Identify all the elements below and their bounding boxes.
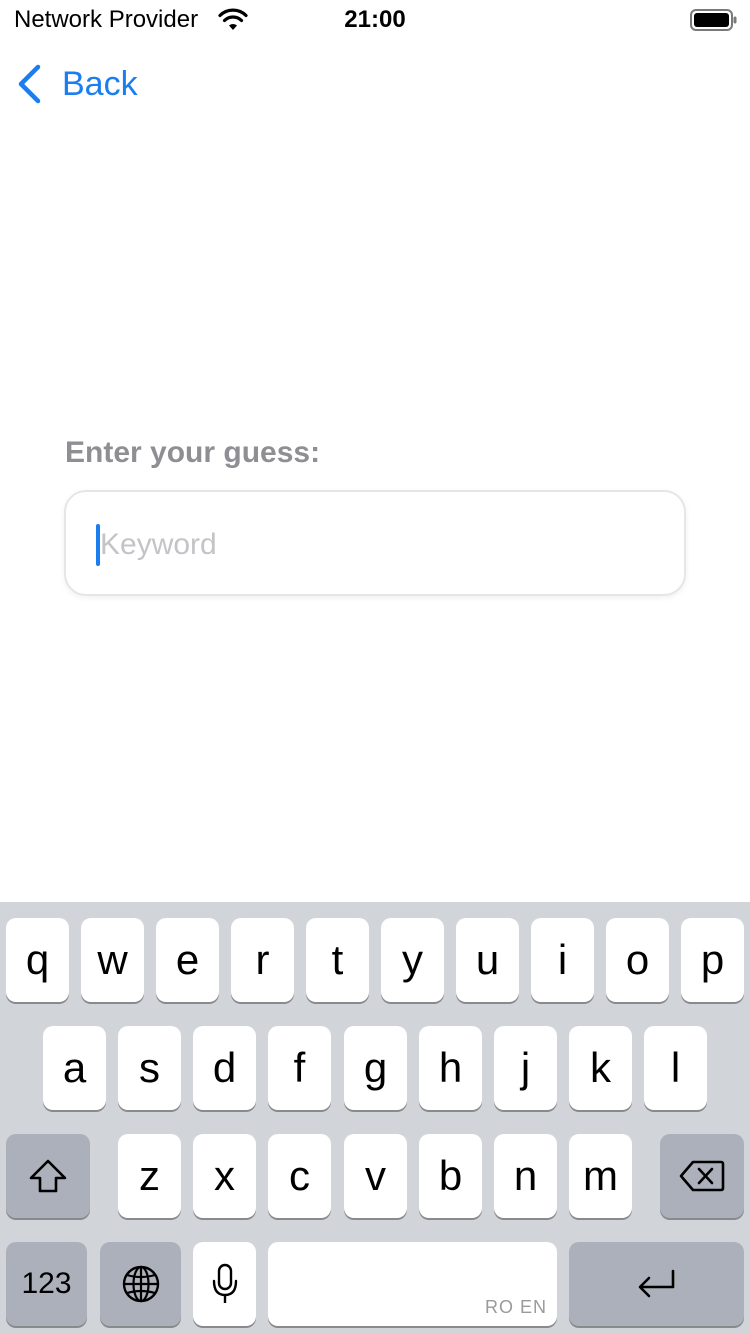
key-a[interactable]: a: [43, 1026, 106, 1110]
keyboard: q w e r t y u i o p a s d f g h j k l z …: [0, 902, 750, 1334]
delete-key[interactable]: [660, 1134, 744, 1218]
key-n[interactable]: n: [494, 1134, 557, 1218]
space-key[interactable]: RO EN: [268, 1242, 557, 1326]
key-j[interactable]: j: [494, 1026, 557, 1110]
back-button[interactable]: Back: [14, 60, 138, 108]
key-g[interactable]: g: [344, 1026, 407, 1110]
globe-key[interactable]: [100, 1242, 181, 1326]
key-c[interactable]: c: [268, 1134, 331, 1218]
key-v[interactable]: v: [344, 1134, 407, 1218]
key-f[interactable]: f: [268, 1026, 331, 1110]
key-w[interactable]: w: [81, 918, 144, 1002]
key-q[interactable]: q: [6, 918, 69, 1002]
key-p[interactable]: p: [681, 918, 744, 1002]
key-b[interactable]: b: [419, 1134, 482, 1218]
key-x[interactable]: x: [193, 1134, 256, 1218]
guess-screen: Network Provider 21:00 Back Enter your g…: [0, 0, 750, 1334]
numbers-key[interactable]: 123: [6, 1242, 87, 1326]
back-label: Back: [62, 64, 138, 103]
battery-icon: [690, 9, 737, 31]
microphone-icon: [212, 1263, 237, 1303]
key-i[interactable]: i: [531, 918, 594, 1002]
key-y[interactable]: y: [381, 918, 444, 1002]
key-k[interactable]: k: [569, 1026, 632, 1110]
key-h[interactable]: h: [419, 1026, 482, 1110]
key-r[interactable]: r: [231, 918, 294, 1002]
key-z[interactable]: z: [118, 1134, 181, 1218]
key-o[interactable]: o: [606, 918, 669, 1002]
shift-key[interactable]: [6, 1134, 90, 1218]
chevron-left-icon: [18, 64, 41, 104]
key-l[interactable]: l: [644, 1026, 707, 1110]
dictation-key[interactable]: [193, 1242, 256, 1326]
globe-icon: [122, 1265, 159, 1303]
key-s[interactable]: s: [118, 1026, 181, 1110]
return-icon: [638, 1269, 674, 1298]
shift-icon: [29, 1159, 67, 1193]
key-m[interactable]: m: [569, 1134, 632, 1218]
guess-input-container[interactable]: [64, 490, 686, 596]
guess-prompt: Enter your guess:: [65, 436, 321, 469]
clock: 21:00: [344, 6, 406, 33]
key-t[interactable]: t: [306, 918, 369, 1002]
keyword-input[interactable]: [100, 518, 660, 572]
numbers-key-label: 123: [21, 1267, 72, 1300]
key-e[interactable]: e: [156, 918, 219, 1002]
return-key[interactable]: [569, 1242, 744, 1326]
status-bar: Network Provider 21:00: [0, 0, 750, 40]
delete-backspace-icon: [679, 1160, 725, 1192]
key-d[interactable]: d: [193, 1026, 256, 1110]
space-language-hint: RO EN: [484, 1297, 547, 1317]
key-u[interactable]: u: [456, 918, 519, 1002]
